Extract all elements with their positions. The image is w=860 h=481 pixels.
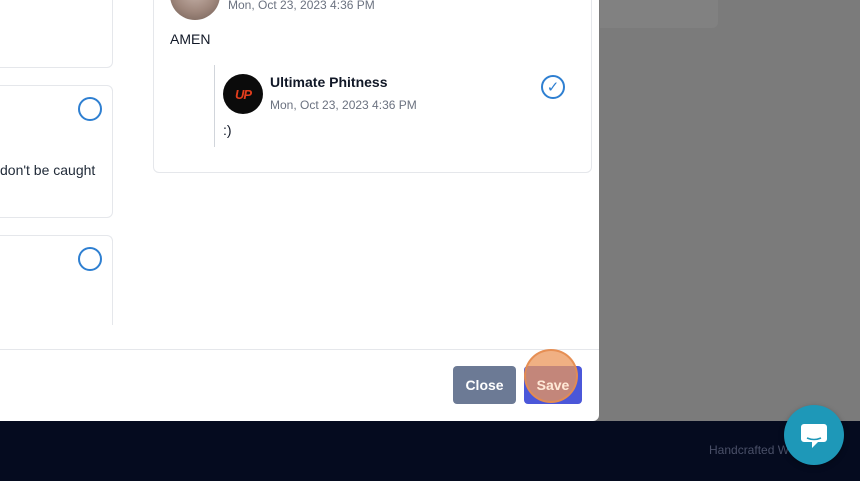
- chat-widget-button[interactable]: [784, 405, 844, 465]
- footer-credit: Handcrafted W: [709, 443, 790, 457]
- reply-author: Ultimate Phitness: [270, 74, 388, 90]
- comment-card[interactable]: [0, 0, 113, 68]
- modal-footer-divider: [0, 349, 599, 350]
- reply-divider: [214, 65, 215, 147]
- chat-bubble-icon: [801, 424, 827, 448]
- avatar: UP: [223, 74, 263, 114]
- select-circle-icon[interactable]: [78, 247, 102, 271]
- check-circle-icon[interactable]: ✓: [541, 75, 565, 99]
- close-button[interactable]: Close: [453, 366, 516, 404]
- save-button[interactable]: Save: [524, 366, 582, 404]
- comment-message: AMEN: [170, 31, 211, 47]
- select-circle-icon[interactable]: [78, 97, 102, 121]
- reply-message: :): [223, 122, 232, 138]
- comments-modal: don't be caught Mon, Oct 23, 2023 4:36 P…: [0, 0, 599, 421]
- comment-date: Mon, Oct 23, 2023 4:36 PM: [228, 0, 375, 12]
- avatar-logo-text: UP: [234, 86, 252, 102]
- background-card: [600, 0, 718, 28]
- comment-text: don't be caught: [0, 162, 96, 178]
- reply-date: Mon, Oct 23, 2023 4:36 PM: [270, 98, 417, 112]
